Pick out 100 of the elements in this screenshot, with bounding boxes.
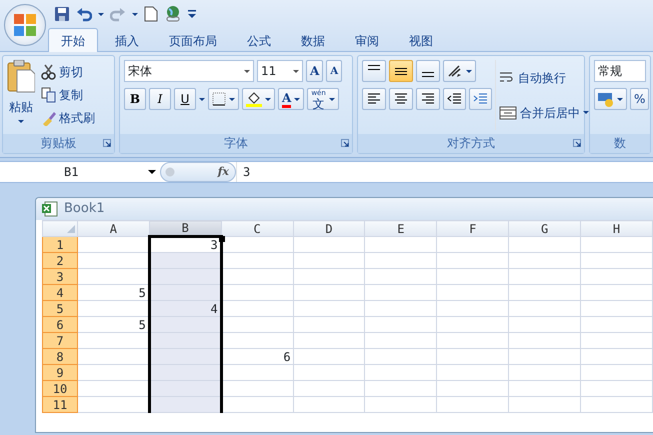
align-right-icon: [421, 92, 435, 106]
office-logo-icon: [13, 13, 37, 37]
dialog-launcher-icon[interactable]: [573, 139, 581, 147]
number-format-dropdown[interactable]: 常规: [594, 60, 646, 82]
group-title: 对齐方式: [358, 134, 584, 153]
orientation-icon: [447, 64, 463, 78]
new-document-icon[interactable]: [144, 6, 158, 22]
horizontal-align-button[interactable]: [416, 88, 440, 110]
horizontal-align-button[interactable]: [389, 88, 413, 110]
customize-menu-icon[interactable]: [188, 10, 196, 18]
row-header[interactable]: 1: [42, 236, 78, 252]
clipboard-button[interactable]: 剪切: [41, 62, 95, 81]
wrap-text-icon: [499, 70, 515, 84]
currency-button[interactable]: [594, 88, 627, 110]
underline-button[interactable]: U: [174, 88, 196, 110]
column-header[interactable]: F: [436, 220, 509, 236]
fill-color-button[interactable]: [242, 88, 275, 110]
font-color-button[interactable]: A: [278, 88, 304, 110]
row-header[interactable]: 3: [42, 268, 78, 284]
column-header[interactable]: D: [293, 220, 365, 236]
corner-triangle-icon: [66, 225, 75, 234]
formula-input[interactable]: 3: [236, 162, 653, 182]
ribbon-tab[interactable]: 视图: [396, 28, 446, 52]
ribbon-tab[interactable]: 数据: [288, 28, 338, 52]
caret-icon: [466, 70, 472, 72]
row-header[interactable]: 11: [42, 396, 78, 412]
vertical-align-button[interactable]: [416, 60, 440, 82]
ribbon-tab[interactable]: 公式: [234, 28, 284, 52]
group-title: 数: [590, 134, 650, 153]
paint-bucket-icon: [246, 91, 262, 107]
dialog-launcher-icon[interactable]: [103, 139, 111, 147]
caret-icon: [148, 170, 156, 174]
caret-icon: [229, 98, 235, 100]
column-header[interactable]: G: [508, 220, 581, 236]
globe-icon[interactable]: [164, 5, 182, 23]
wrap-text-button[interactable]: 自动换行: [499, 68, 589, 86]
bold-button[interactable]: B: [124, 88, 146, 110]
table-cell: 6: [221, 348, 294, 364]
clipboard-button[interactable]: 格式刷: [41, 109, 95, 128]
insert-function-button[interactable]: fx: [218, 164, 229, 180]
borders-button[interactable]: [208, 88, 239, 110]
column-header[interactable]: B: [149, 220, 222, 236]
grow-font-button[interactable]: A: [306, 60, 324, 82]
caret-icon[interactable]: [199, 98, 205, 100]
resize-handle-icon[interactable]: [165, 167, 175, 177]
workbook-icon: [42, 201, 58, 217]
percent-button[interactable]: %: [630, 88, 650, 110]
merge-center-button[interactable]: 合并后居中: [499, 104, 589, 122]
paste-button[interactable]: 粘贴: [7, 60, 35, 130]
row-header[interactable]: 4: [42, 284, 78, 300]
align-center-icon: [394, 92, 408, 106]
row-header[interactable]: 7: [42, 332, 78, 348]
caret-icon: [18, 120, 24, 123]
ribbon-tab[interactable]: 插入: [102, 28, 152, 52]
caret-icon: [294, 98, 300, 100]
ribbon-tab[interactable]: 审阅: [342, 28, 392, 52]
row-header[interactable]: 6: [42, 316, 78, 332]
dialog-launcher-icon[interactable]: [341, 139, 349, 147]
name-box[interactable]: B1: [0, 163, 160, 181]
row-header[interactable]: 2: [42, 252, 78, 268]
top-align-icon: [368, 65, 380, 70]
row-header[interactable]: 8: [42, 348, 78, 364]
font-size-dropdown[interactable]: 11: [257, 60, 303, 82]
ribbon-tab[interactable]: 开始: [48, 28, 98, 52]
caret-icon: [583, 111, 589, 114]
row-header[interactable]: 10: [42, 380, 78, 396]
scissors-icon: [41, 64, 56, 80]
caret-icon: [617, 98, 623, 100]
clipboard-button[interactable]: 复制: [41, 86, 95, 104]
font-name-dropdown[interactable]: 宋体: [124, 60, 254, 82]
window-title: Book1: [64, 200, 105, 218]
column-header[interactable]: H: [580, 220, 652, 236]
undo-icon[interactable]: [76, 6, 92, 22]
caret-icon[interactable]: [132, 12, 138, 16]
caret-icon: [265, 98, 271, 100]
group-title: 字体: [120, 134, 352, 153]
merge-cells-icon: [499, 106, 517, 120]
column-header[interactable]: E: [364, 220, 437, 236]
row-header[interactable]: 9: [42, 364, 78, 380]
indent-button[interactable]: [443, 88, 466, 110]
save-icon[interactable]: [54, 6, 70, 22]
caret-icon: [293, 70, 299, 72]
group-title: 剪贴板: [3, 134, 114, 153]
column-header[interactable]: A: [77, 220, 150, 236]
row-header[interactable]: 5: [42, 300, 78, 316]
shrink-font-button[interactable]: A: [326, 60, 342, 82]
bottom-align-icon: [422, 72, 434, 77]
ribbon-tab[interactable]: 页面布局: [156, 28, 230, 52]
italic-button[interactable]: I: [149, 88, 171, 110]
column-header[interactable]: C: [221, 220, 294, 236]
caret-icon[interactable]: [98, 12, 104, 16]
horizontal-align-button[interactable]: [362, 88, 386, 110]
fill-handle[interactable]: [218, 236, 225, 242]
office-button[interactable]: [4, 4, 46, 46]
orientation-button[interactable]: [443, 60, 476, 82]
vertical-align-button[interactable]: [362, 60, 386, 82]
caret-icon: [244, 70, 250, 72]
copy-icon: [41, 86, 56, 103]
vertical-align-button[interactable]: [389, 60, 413, 82]
caret-icon: [328, 98, 335, 100]
